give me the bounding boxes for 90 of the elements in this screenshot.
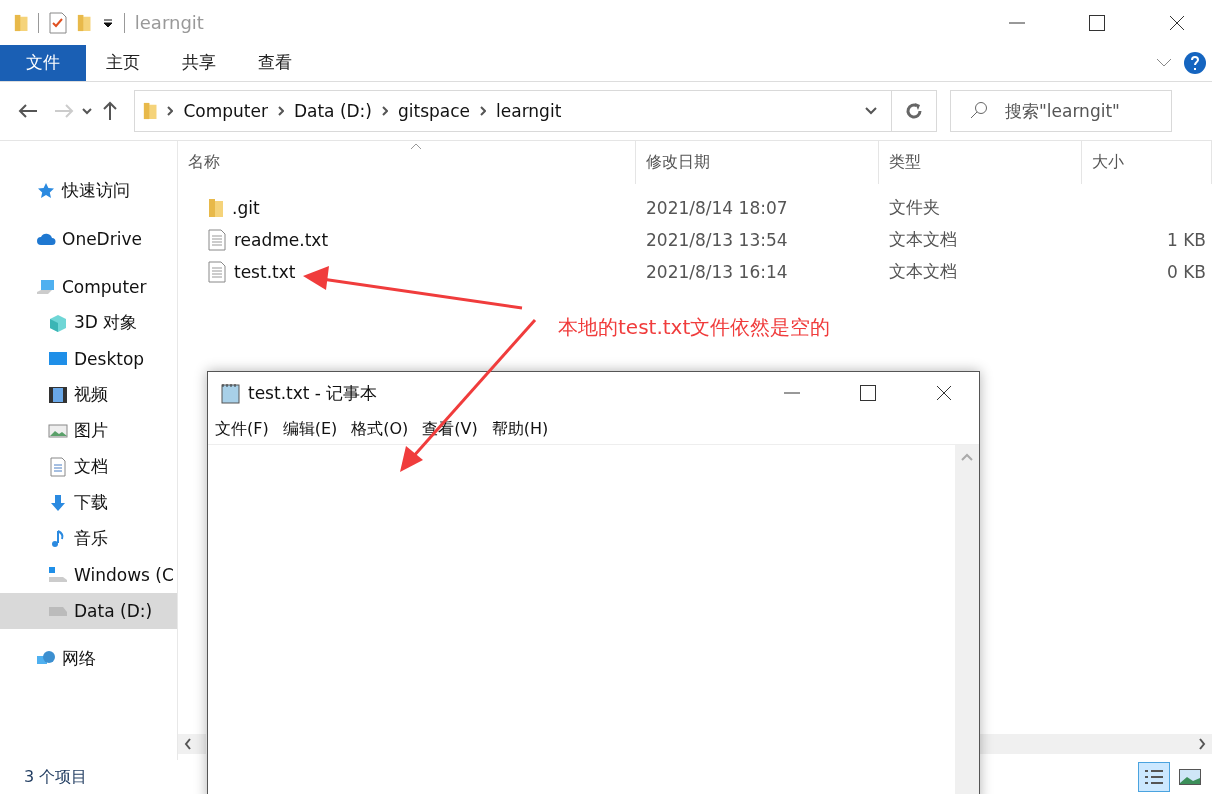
ribbon-tab[interactable]: 主页 <box>84 45 162 81</box>
folder-icon <box>208 197 224 218</box>
sidebar-item[interactable]: 3D 对象 <box>0 304 177 341</box>
address-bar[interactable]: Computer Data (D:) gitspace learngit <box>134 89 892 132</box>
chevron-down-icon[interactable] <box>1156 57 1172 68</box>
breadcrumb-item[interactable]: learngit <box>496 100 562 121</box>
vertical-scrollbar[interactable] <box>955 445 979 794</box>
breadcrumb-item[interactable]: Data (D:) <box>293 100 372 121</box>
breadcrumb-item[interactable]: Computer <box>183 100 268 121</box>
sidebar-item[interactable]: 文档 <box>0 448 177 485</box>
sidebar-item[interactable]: Desktop <box>0 340 177 377</box>
chevron-left-icon[interactable] <box>184 738 192 751</box>
annotation-text: 本地的test.txt文件依然是空的 <box>558 314 831 341</box>
window-title: test.txt - 记事本 <box>248 381 378 405</box>
minimize-icon <box>1009 21 1025 24</box>
column-header[interactable]: 类型 <box>879 140 1082 184</box>
chevron-down-icon[interactable] <box>82 106 92 115</box>
close-icon <box>936 385 952 401</box>
maximize-icon <box>860 385 876 401</box>
right-arrow-icon <box>54 102 74 119</box>
search-icon <box>970 100 988 119</box>
file-name[interactable]: .git <box>232 197 260 218</box>
text-file-icon <box>208 260 226 283</box>
minimize-icon <box>784 392 800 394</box>
menu-item[interactable]: 文件(F) <box>215 418 269 440</box>
folder-icon <box>14 13 29 32</box>
search-field[interactable]: 搜索"learngit" <box>950 89 1172 132</box>
chevron-down-icon[interactable] <box>865 106 877 115</box>
table-cell-text: 1 KB <box>1165 229 1207 250</box>
sidebar-item[interactable]: 快速访问 <box>0 172 177 209</box>
chevron-right-icon <box>167 105 174 116</box>
dropdown-icon[interactable] <box>101 16 114 29</box>
table-cell-text: 2021/8/14 18:07 <box>645 197 789 218</box>
down-arrow-icon <box>48 492 68 513</box>
close-icon <box>1169 14 1185 31</box>
column-header[interactable]: 修改日期 <box>636 140 879 184</box>
document-icon <box>48 456 68 477</box>
help-icon[interactable] <box>1184 51 1206 74</box>
sort-caret-icon <box>410 142 422 150</box>
notepad-icon <box>220 382 242 404</box>
column-header[interactable]: 大小 <box>1082 140 1212 184</box>
sidebar-item[interactable]: Windows (C <box>0 556 177 593</box>
window-title: learngit <box>134 12 204 33</box>
refresh-button[interactable] <box>892 89 937 132</box>
ribbon-tab[interactable]: 共享 <box>160 45 238 81</box>
column-header[interactable]: 名称 <box>178 140 636 184</box>
chevron-right-icon <box>480 105 487 116</box>
menu-item[interactable]: 编辑(E) <box>282 418 338 440</box>
ribbon-tab[interactable]: 文件 <box>0 45 86 81</box>
picture-icon <box>1179 769 1201 785</box>
maximize-icon <box>1089 14 1105 31</box>
film-icon <box>48 384 68 405</box>
folder-icon <box>143 101 158 120</box>
sidebar-item[interactable]: 音乐 <box>0 520 177 557</box>
drive-icon <box>48 564 68 585</box>
scrollbar-right-end[interactable] <box>977 734 1212 755</box>
scrollbar-left-end[interactable] <box>178 734 206 755</box>
details-view-button[interactable] <box>1138 762 1170 792</box>
menu-item[interactable]: 帮助(H) <box>491 418 549 440</box>
table-cell-text: 文本文档 <box>888 260 958 284</box>
sidebar-item[interactable]: Computer <box>0 268 177 305</box>
text-file-icon <box>208 228 226 251</box>
menu-item[interactable]: 格式(O) <box>351 418 409 440</box>
table-cell-text: 文件夹 <box>888 196 941 220</box>
table-cell-text: 文本文档 <box>888 228 958 252</box>
chevron-right-icon[interactable] <box>1198 738 1206 751</box>
sidebar-item[interactable]: OneDrive <box>0 220 177 257</box>
list-icon <box>1144 768 1164 786</box>
breadcrumb-item[interactable]: gitspace <box>398 100 471 121</box>
cube-icon <box>48 312 68 333</box>
file-name[interactable]: test.txt <box>234 261 296 282</box>
menu-item[interactable]: 查看(V) <box>422 418 478 440</box>
chevron-right-icon <box>277 105 284 116</box>
folder-icon <box>77 13 92 32</box>
table-cell-text: 2021/8/13 16:14 <box>645 261 789 282</box>
table-cell-text: 2021/8/13 13:54 <box>645 229 789 250</box>
file-name[interactable]: readme.txt <box>234 229 329 250</box>
checklist-icon[interactable] <box>49 11 68 34</box>
sidebar-item[interactable]: 视频 <box>0 376 177 413</box>
chevron-right-icon <box>382 105 388 116</box>
item-count: 3 个项目 <box>24 766 88 788</box>
ribbon-tab[interactable]: 查看 <box>236 45 314 81</box>
sidebar-item[interactable]: 网络 <box>0 640 177 677</box>
sidebar-item[interactable]: 图片 <box>0 412 177 449</box>
sidebar-item[interactable]: Data (D:) <box>0 592 177 629</box>
refresh-icon <box>905 101 923 120</box>
left-arrow-icon <box>18 102 38 119</box>
table-cell-text: 0 KB <box>1165 261 1207 282</box>
sidebar-item[interactable]: 下载 <box>0 484 177 521</box>
up-arrow-icon <box>102 100 118 121</box>
